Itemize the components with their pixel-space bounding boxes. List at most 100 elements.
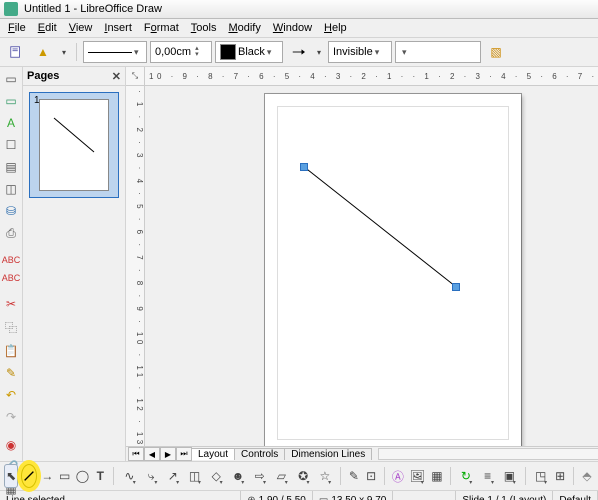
separator: [384, 467, 385, 485]
cut-icon[interactable]: ✂: [0, 296, 22, 312]
insert-tool-icon[interactable]: ◳▾: [531, 464, 550, 488]
vertical-ruler[interactable]: · 1 · 2 · 3 · 4 · 5 · 6 · 7 · 8 · 9 · 10…: [126, 86, 145, 446]
menu-window[interactable]: Window: [267, 21, 318, 35]
drawing-canvas[interactable]: [145, 86, 598, 446]
chevron-down-icon: ▾: [402, 47, 407, 58]
chevron-down-icon: ▾: [134, 47, 139, 58]
glue-points-icon[interactable]: ⊡: [364, 464, 378, 488]
from-file-icon[interactable]: 🖼▾: [408, 464, 427, 488]
new-slide-icon[interactable]: ☐: [0, 137, 22, 153]
horizontal-scrollbar[interactable]: [378, 448, 598, 460]
selection-handle-start[interactable]: [300, 163, 308, 171]
callout-tool-icon[interactable]: ✪▾: [294, 464, 313, 488]
spellcheck-icon[interactable]: ABC: [0, 254, 22, 266]
gallery-icon[interactable]: ▦: [430, 464, 444, 488]
menu-edit[interactable]: Edit: [32, 21, 63, 35]
selection-handle-end[interactable]: [452, 283, 460, 291]
tab-nav-prev-icon[interactable]: ◀: [144, 447, 160, 461]
chart-icon[interactable]: ◉: [0, 437, 22, 453]
connector-tool-icon[interactable]: ⤷▾: [142, 464, 161, 488]
stars-tool-icon[interactable]: ☆▾: [315, 464, 334, 488]
menu-tools[interactable]: Tools: [185, 21, 223, 35]
page-thumbnail[interactable]: 1: [29, 92, 119, 198]
text-tool-icon[interactable]: T: [93, 464, 107, 488]
align-tool-icon[interactable]: ≡▾: [478, 464, 497, 488]
area-fill-value-combo[interactable]: ▾: [395, 41, 481, 63]
drawing-toolbar: ⬉ → ▭ ◯ T ∿▾ ⤷▾ ↗▾ ◫▾ ◇▾ ☻▾ ⇨▾ ▱▾ ✪▾ ☆▾ …: [0, 461, 598, 490]
line-width-spinner[interactable]: 0,00cm ▴▾: [150, 41, 212, 63]
fontwork-icon[interactable]: Ⓐ: [391, 464, 405, 488]
rotate-tool-icon[interactable]: ↻▾: [457, 464, 476, 488]
menu-insert[interactable]: Insert: [98, 21, 138, 35]
line-color-combo[interactable]: Black ▾: [215, 41, 283, 63]
autocheck-icon[interactable]: ABC: [0, 272, 22, 284]
vertical-ruler-ticks: · 1 · 2 · 3 · 4 · 5 · 6 · 7 · 8 · 9 · 10…: [135, 90, 144, 446]
tab-nav-next-icon[interactable]: ▶: [160, 447, 176, 461]
edit-points-icon[interactable]: ✎: [347, 464, 361, 488]
status-pagestyle[interactable]: Default: [553, 491, 598, 500]
area-fill-type-combo[interactable]: Invisible ▾: [328, 41, 392, 63]
horizontal-ruler[interactable]: ⤡ 10 · 9 · 8 · 7 · 6 · 5 · 4 · 3 · 2 · 1…: [126, 67, 598, 86]
close-icon[interactable]: ✕: [112, 70, 121, 83]
controls-tool-icon[interactable]: ⊞: [553, 464, 567, 488]
text-color-icon[interactable]: A: [0, 115, 22, 131]
clone-format-icon[interactable]: ✎: [0, 365, 22, 381]
page-icon[interactable]: ▤: [0, 159, 22, 175]
arrange-tool-icon[interactable]: ▣▾: [500, 464, 519, 488]
paste-icon[interactable]: 📋: [0, 343, 22, 359]
insert-image-icon[interactable]: ◫: [0, 181, 22, 197]
styles-button[interactable]: [4, 40, 28, 64]
line-style-combo[interactable]: ▾: [83, 41, 147, 63]
arrow-style-button[interactable]: [286, 40, 310, 64]
shadow-button[interactable]: ▧: [484, 40, 508, 64]
redo-icon[interactable]: ↷: [0, 409, 22, 425]
pages-panel-title: Pages: [27, 70, 59, 82]
statusbar: Line selected ⊕ 1,90 / 5,50 ▭ 13,50 x 9,…: [0, 490, 598, 500]
tab-dimension-lines[interactable]: Dimension Lines: [284, 448, 372, 460]
paint-format-button[interactable]: ▲: [31, 40, 55, 64]
pointer-tool-icon[interactable]: ▭: [0, 71, 22, 87]
curve-tool-icon[interactable]: ∿▾: [120, 464, 139, 488]
symbol-shapes-tool-icon[interactable]: ☻▾: [229, 464, 248, 488]
line-object[interactable]: [265, 94, 521, 446]
line-arrow-tool-icon[interactable]: →: [40, 464, 54, 488]
block-arrows-tool-icon[interactable]: ⇨▾: [250, 464, 269, 488]
save-icon[interactable]: ⛁: [0, 203, 22, 219]
undo-icon[interactable]: ↶: [0, 387, 22, 403]
3d-tool-icon[interactable]: ◫▾: [185, 464, 204, 488]
lines-arrows-tool-icon[interactable]: ↗▾: [163, 464, 182, 488]
ruler-corner[interactable]: ⤡: [126, 67, 145, 85]
ellipse-tool-icon[interactable]: ◯: [75, 464, 90, 488]
arrow-style-dropdown[interactable]: ▾: [313, 40, 325, 64]
menu-help[interactable]: Help: [318, 21, 353, 35]
color-swatch-black: [220, 44, 236, 60]
tab-layout[interactable]: Layout: [191, 448, 235, 460]
basic-shapes-tool-icon[interactable]: ◇▾: [207, 464, 226, 488]
status-slide[interactable]: Slide 1 / 1 (Layout): [456, 491, 553, 500]
separator: [113, 467, 114, 485]
spinner-arrows[interactable]: ▴▾: [195, 46, 199, 58]
layer-tabs-row: ⏮ ◀ ▶ ⏭ Layout Controls Dimension Lines: [126, 446, 598, 461]
zoom-page-icon[interactable]: ▭: [0, 93, 22, 109]
select-tool-icon[interactable]: ⬉: [4, 464, 18, 488]
rectangle-tool-icon[interactable]: ▭: [58, 464, 72, 488]
drawing-page[interactable]: [265, 94, 521, 446]
menu-file[interactable]: File: [2, 21, 32, 35]
print-icon[interactable]: ⎙: [0, 225, 22, 242]
tab-nav-first-icon[interactable]: ⏮: [128, 447, 144, 461]
pages-panel: Pages ✕ 1: [23, 67, 126, 461]
size-icon: ▭: [319, 495, 328, 500]
menu-view[interactable]: View: [63, 21, 99, 35]
menu-format[interactable]: Format: [138, 21, 185, 35]
extrusion-icon[interactable]: ⬘: [580, 464, 594, 488]
tab-controls[interactable]: Controls: [234, 448, 285, 460]
line-tool-icon[interactable]: [21, 464, 37, 488]
flowchart-tool-icon[interactable]: ▱▾: [272, 464, 291, 488]
menu-modify[interactable]: Modify: [222, 21, 266, 35]
chevron-down-icon: ▾: [375, 47, 380, 58]
copy-icon[interactable]: ⿻: [0, 318, 22, 337]
tab-nav-last-icon[interactable]: ⏭: [176, 447, 192, 461]
line-color-label: Black: [238, 46, 265, 58]
paint-format-dropdown[interactable]: ▾: [58, 40, 70, 64]
main-area: ⤡ 10 · 9 · 8 · 7 · 6 · 5 · 4 · 3 · 2 · 1…: [126, 67, 598, 461]
